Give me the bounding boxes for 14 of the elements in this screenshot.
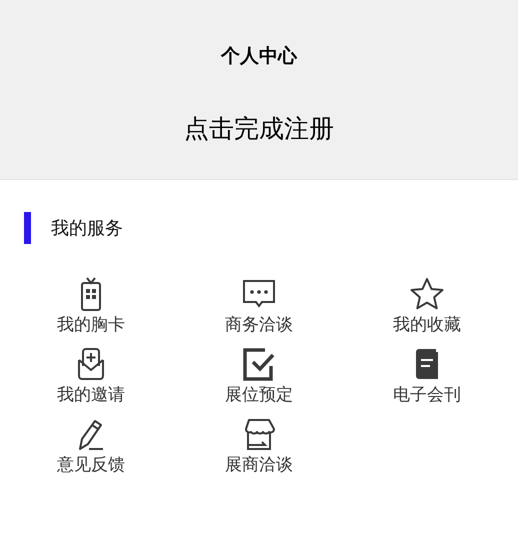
service-button[interactable]: 电子会刊 <box>343 346 511 406</box>
section-accent-bar <box>24 212 31 244</box>
service-button[interactable]: 展商洽谈 <box>175 416 343 476</box>
service-button[interactable]: 我的胸卡 <box>7 276 175 336</box>
service-button[interactable]: 展位预定 <box>175 346 343 406</box>
checkbox-icon <box>241 346 277 382</box>
service-button[interactable]: 商务洽谈 <box>175 276 343 336</box>
service-button[interactable]: 意见反馈 <box>7 416 175 476</box>
service-button[interactable]: 我的邀请 <box>7 346 175 406</box>
section-title: 我的服务 <box>51 216 123 240</box>
register-link[interactable]: 点击完成注册 <box>184 112 334 146</box>
star-icon <box>409 276 445 312</box>
service-button[interactable]: 我的收藏 <box>343 276 511 336</box>
page-title: 个人中心 <box>221 44 297 69</box>
